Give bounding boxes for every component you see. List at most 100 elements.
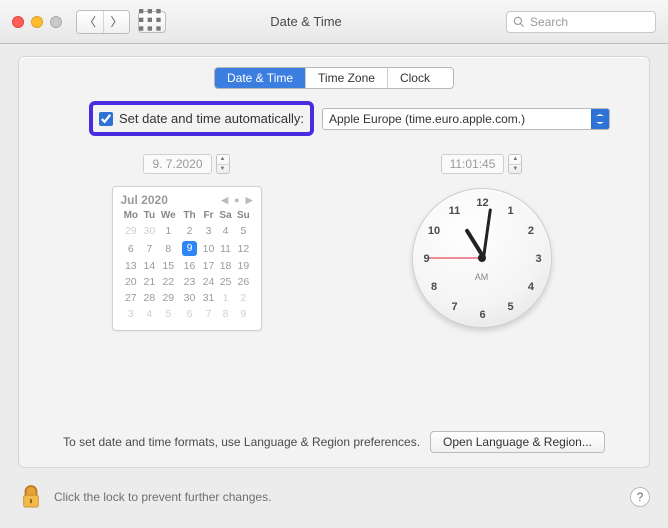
calendar-weekday: Su [234,210,252,223]
calendar-day[interactable]: 26 [234,274,252,290]
calendar-day[interactable]: 23 [179,274,200,290]
second-hand [428,258,482,259]
chevron-down-icon [591,109,609,129]
calendar-day[interactable]: 10 [200,239,217,258]
calendar-day[interactable]: 28 [141,290,158,306]
calendar-day[interactable]: 12 [234,239,252,258]
calendar-day[interactable]: 2 [234,290,252,306]
date-value: 9. 7.2020 [143,154,211,174]
preferences-pane: Date & Time Time Zone Clock Set date and… [18,56,650,468]
lock-text: Click the lock to prevent further change… [54,490,271,504]
minimize-window-button[interactable] [31,16,43,28]
analog-clock: AM 121234567891011 [412,188,552,328]
calendar-day[interactable]: 30 [179,290,200,306]
calendar-day[interactable]: 31 [200,290,217,306]
calendar-day[interactable]: 13 [121,258,142,274]
auto-date-time-highlight: Set date and time automatically: [89,101,314,136]
help-button[interactable]: ? [630,487,650,507]
calendar-next-icon[interactable]: ▶ [246,195,253,206]
lock-row: Click the lock to prevent further change… [0,478,668,512]
calendar-day[interactable]: 5 [234,223,252,239]
calendar-day[interactable]: 1 [158,223,179,239]
lock-icon[interactable] [18,482,44,512]
time-column: 11:01:45 ▲▼ AM 121234567891011 [334,154,629,331]
auto-date-time-checkbox[interactable] [99,112,113,126]
calendar-today-icon[interactable]: ● [234,195,239,206]
calendar-day[interactable]: 1 [217,290,234,306]
date-step-buttons[interactable]: ▲▼ [216,154,230,174]
calendar-day[interactable]: 21 [141,274,158,290]
calendar-day[interactable]: 20 [121,274,142,290]
calendar-day[interactable]: 27 [121,290,142,306]
calendar-weekday: Fr [200,210,217,223]
calendar-month-label: Jul 2020 [121,193,168,207]
titlebar: 〈 〉 Date & Time Search [0,0,668,44]
clock-numeral: 6 [475,309,491,321]
tab-clock[interactable]: Clock [387,68,442,88]
calendar-day[interactable]: 4 [217,223,234,239]
date-column: 9. 7.2020 ▲▼ Jul 2020 ◀ ● ▶ MoTuWeThFrSa… [39,154,334,331]
auto-date-time-label: Set date and time automatically: [119,111,304,126]
calendar-day[interactable]: 7 [141,239,158,258]
search-field[interactable]: Search [506,11,656,33]
calendar-day[interactable]: 11 [217,239,234,258]
calendar[interactable]: Jul 2020 ◀ ● ▶ MoTuWeThFrSaSu 2930123456… [112,186,262,331]
footer: To set date and time formats, use Langua… [19,431,649,453]
calendar-day[interactable]: 22 [158,274,179,290]
calendar-weekday: We [158,210,179,223]
close-window-button[interactable] [12,16,24,28]
calendar-day[interactable]: 3 [121,306,142,322]
calendar-day[interactable]: 8 [158,239,179,258]
window-title: Date & Time [106,14,506,29]
back-button[interactable]: 〈 [77,11,103,33]
tab-time-zone[interactable]: Time Zone [305,68,387,88]
calendar-weekday: Sa [217,210,234,223]
calendar-day[interactable]: 6 [179,306,200,322]
calendar-day[interactable]: 3 [200,223,217,239]
date-stepper[interactable]: 9. 7.2020 ▲▼ [143,154,229,174]
clock-ampm: AM [475,272,489,282]
tab-bar: Date & Time Time Zone Clock [214,67,454,89]
time-step-buttons[interactable]: ▲▼ [508,154,522,174]
calendar-day[interactable]: 25 [217,274,234,290]
time-server-value: Apple Europe (time.euro.apple.com.) [329,112,525,126]
calendar-day[interactable]: 24 [200,274,217,290]
clock-numeral: 3 [531,253,547,265]
time-server-dropdown[interactable]: Apple Europe (time.euro.apple.com.) [322,108,610,130]
calendar-weekday: Tu [141,210,158,223]
clock-numeral: 7 [447,301,463,313]
clock-numeral: 1 [503,205,519,217]
calendar-day[interactable]: 17 [200,258,217,274]
clock-numeral: 12 [475,197,491,209]
calendar-weekday: Mo [121,210,142,223]
clock-pin [478,254,486,262]
clock-numeral: 2 [523,225,539,237]
calendar-day[interactable]: 16 [179,258,200,274]
clock-numeral: 5 [503,301,519,313]
calendar-day[interactable]: 15 [158,258,179,274]
calendar-day[interactable]: 30 [141,223,158,239]
clock-numeral: 9 [419,253,435,265]
calendar-day[interactable]: 9 [179,239,200,258]
calendar-day[interactable]: 5 [158,306,179,322]
minute-hand [482,208,492,258]
calendar-day[interactable]: 6 [121,239,142,258]
zoom-window-button[interactable] [50,16,62,28]
clock-numeral: 8 [426,281,442,293]
calendar-prev-icon[interactable]: ◀ [221,195,228,206]
calendar-day[interactable]: 7 [200,306,217,322]
calendar-day[interactable]: 4 [141,306,158,322]
tab-date-time[interactable]: Date & Time [215,68,305,88]
time-stepper[interactable]: 11:01:45 ▲▼ [441,154,523,174]
clock-numeral: 10 [426,225,442,237]
calendar-day[interactable]: 14 [141,258,158,274]
calendar-day[interactable]: 19 [234,258,252,274]
open-language-region-button[interactable]: Open Language & Region... [430,431,605,453]
calendar-day[interactable]: 2 [179,223,200,239]
time-value: 11:01:45 [441,154,505,174]
calendar-day[interactable]: 18 [217,258,234,274]
calendar-day[interactable]: 8 [217,306,234,322]
calendar-day[interactable]: 29 [121,223,142,239]
calendar-day[interactable]: 29 [158,290,179,306]
calendar-day[interactable]: 9 [234,306,252,322]
